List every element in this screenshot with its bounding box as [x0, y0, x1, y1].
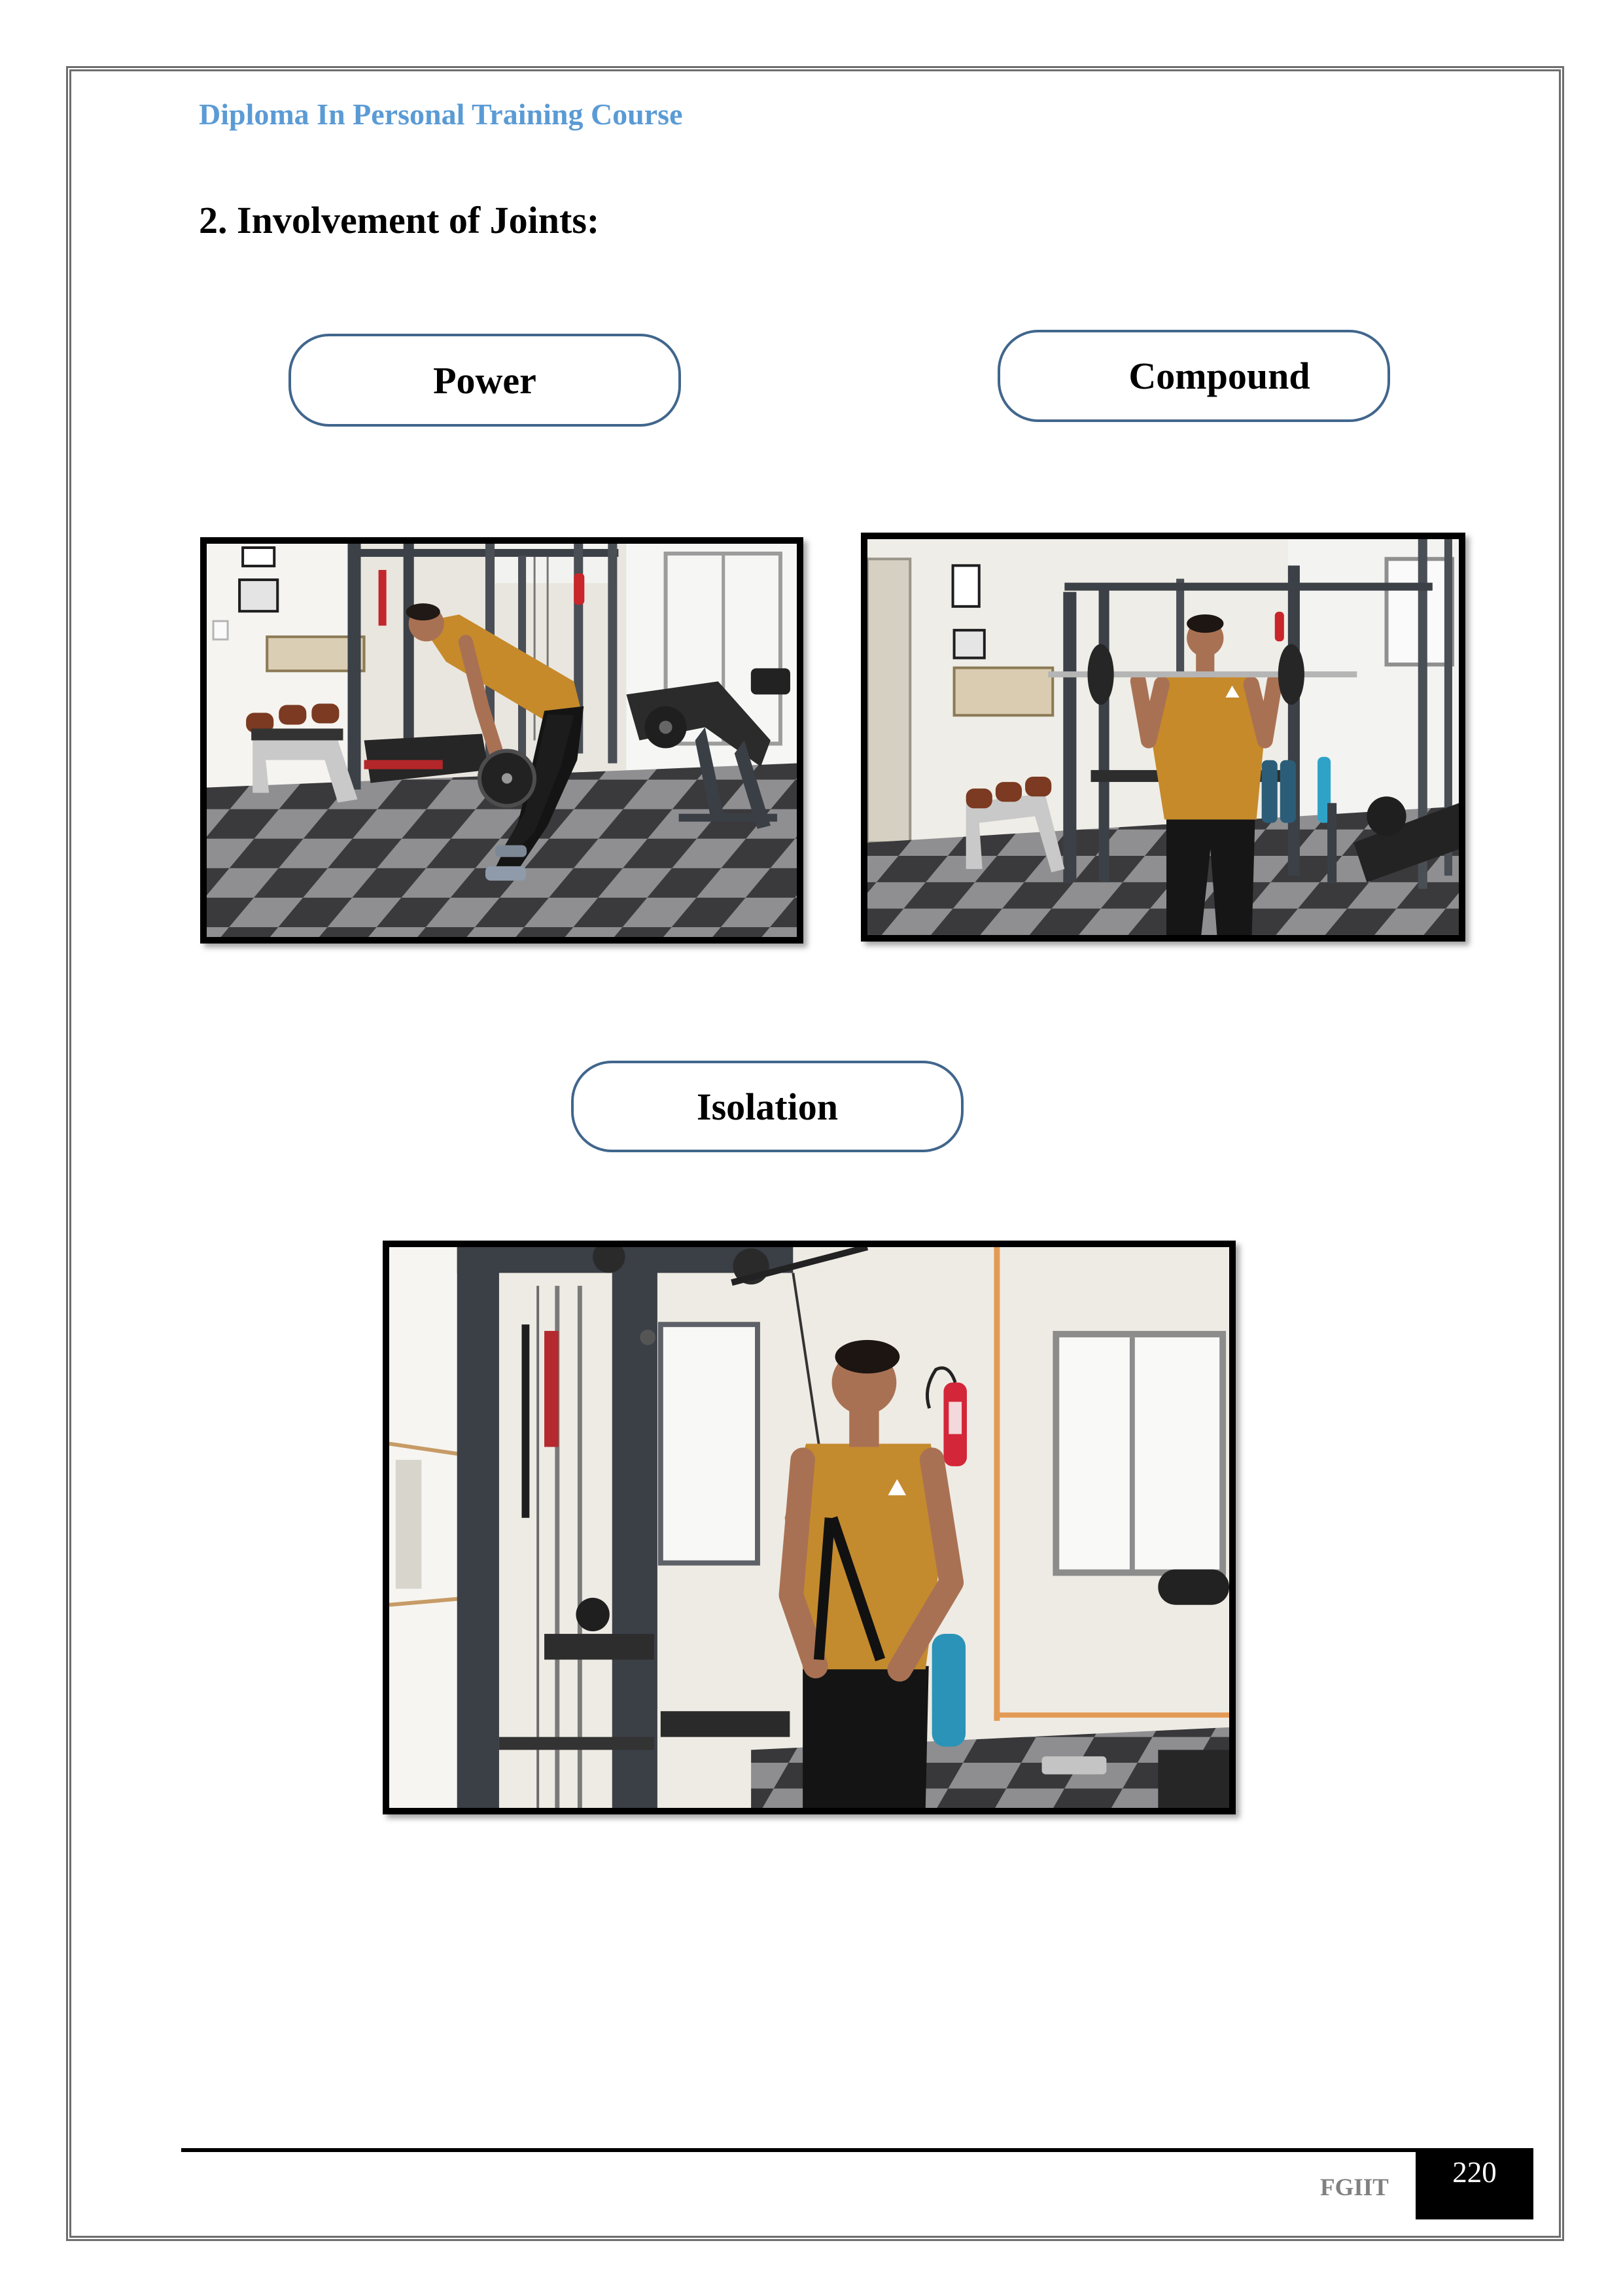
running-header: Diploma In Personal Training Course — [199, 97, 683, 131]
isolation-label-box: Isolation — [571, 1061, 964, 1152]
isolation-exercise-illustration — [389, 1247, 1229, 1808]
compound-exercise-photo — [861, 533, 1465, 942]
page-number-box: 220 — [1416, 2148, 1533, 2219]
isolation-label: Isolation — [697, 1085, 838, 1128]
isolation-exercise-photo — [383, 1241, 1236, 1814]
compound-exercise-illustration — [867, 539, 1459, 935]
barbell — [477, 749, 537, 808]
compound-label: Compound — [1128, 355, 1310, 397]
power-label-box: Power — [288, 334, 681, 427]
power-exercise-photo — [200, 537, 803, 944]
power-label: Power — [433, 359, 536, 402]
compound-label-box: Compound — [998, 330, 1390, 422]
page-number: 220 — [1452, 2156, 1497, 2189]
section-heading: 2. Involvement of Joints: — [199, 199, 600, 241]
power-exercise-illustration — [207, 544, 797, 937]
footer-rule — [181, 2148, 1416, 2152]
footer-brand: FGIIT — [1320, 2174, 1389, 2201]
foam-roller — [932, 1634, 966, 1747]
